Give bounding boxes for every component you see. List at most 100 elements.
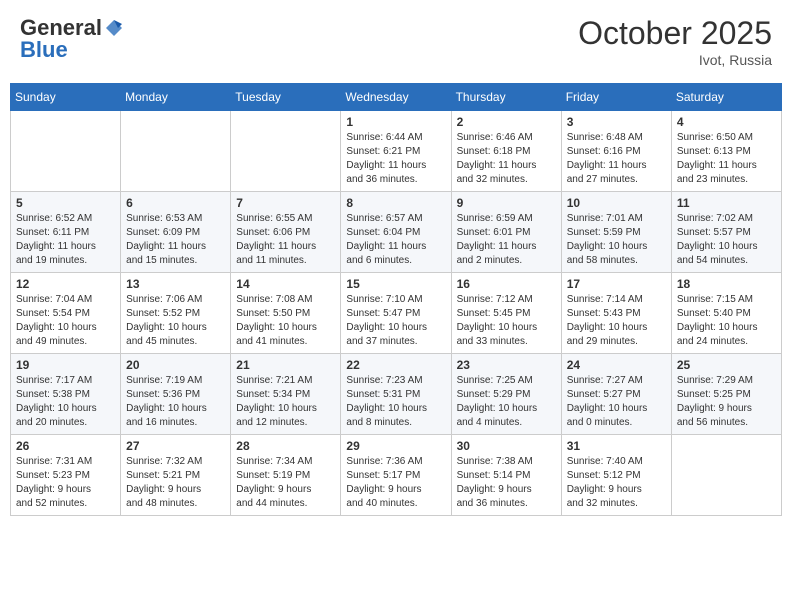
calendar-cell: 6 Sunrise: 6:53 AM Sunset: 6:09 PM Daylig… xyxy=(121,192,231,273)
calendar-cell xyxy=(231,111,341,192)
day-number: 14 xyxy=(236,277,335,291)
calendar-week-row: 26 Sunrise: 7:31 AM Sunset: 5:23 PM Dayli… xyxy=(11,435,782,516)
day-number: 6 xyxy=(126,196,225,210)
calendar-cell: 21 Sunrise: 7:21 AM Sunset: 5:34 PM Dayli… xyxy=(231,354,341,435)
day-number: 2 xyxy=(457,115,556,129)
logo: General Blue xyxy=(20,15,124,63)
calendar-cell: 27 Sunrise: 7:32 AM Sunset: 5:21 PM Dayli… xyxy=(121,435,231,516)
calendar-cell: 17 Sunrise: 7:14 AM Sunset: 5:43 PM Dayli… xyxy=(561,273,671,354)
day-number: 8 xyxy=(346,196,445,210)
calendar-cell: 15 Sunrise: 7:10 AM Sunset: 5:47 PM Dayli… xyxy=(341,273,451,354)
day-info: Sunrise: 7:40 AM Sunset: 5:12 PM Dayligh… xyxy=(567,455,666,511)
calendar-header-thursday: Thursday xyxy=(451,84,561,111)
logo-icon xyxy=(104,18,124,38)
day-info: Sunrise: 6:53 AM Sunset: 6:09 PM Dayligh… xyxy=(126,212,225,268)
calendar-cell: 10 Sunrise: 7:01 AM Sunset: 5:59 PM Dayli… xyxy=(561,192,671,273)
day-info: Sunrise: 7:21 AM Sunset: 5:34 PM Dayligh… xyxy=(236,374,335,430)
day-info: Sunrise: 7:23 AM Sunset: 5:31 PM Dayligh… xyxy=(346,374,445,430)
day-number: 16 xyxy=(457,277,556,291)
day-info: Sunrise: 6:50 AM Sunset: 6:13 PM Dayligh… xyxy=(677,131,776,187)
day-info: Sunrise: 7:29 AM Sunset: 5:25 PM Dayligh… xyxy=(677,374,776,430)
day-number: 27 xyxy=(126,439,225,453)
day-info: Sunrise: 6:55 AM Sunset: 6:06 PM Dayligh… xyxy=(236,212,335,268)
day-number: 13 xyxy=(126,277,225,291)
calendar-cell: 14 Sunrise: 7:08 AM Sunset: 5:50 PM Dayli… xyxy=(231,273,341,354)
title-block: October 2025 Ivot, Russia xyxy=(578,15,772,68)
calendar-cell: 16 Sunrise: 7:12 AM Sunset: 5:45 PM Dayli… xyxy=(451,273,561,354)
calendar-cell: 12 Sunrise: 7:04 AM Sunset: 5:54 PM Dayli… xyxy=(11,273,121,354)
day-number: 28 xyxy=(236,439,335,453)
calendar-cell: 29Sunrise: 7:36 AM Sunset: 5:17 PM Dayli… xyxy=(341,435,451,516)
calendar-header-row: SundayMondayTuesdayWednesdayThursdayFrid… xyxy=(11,84,782,111)
day-number: 24 xyxy=(567,358,666,372)
day-info: Sunrise: 6:46 AM Sunset: 6:18 PM Dayligh… xyxy=(457,131,556,187)
calendar-cell: 30 Sunrise: 7:38 AM Sunset: 5:14 PM Dayli… xyxy=(451,435,561,516)
calendar-cell: 2 Sunrise: 6:46 AM Sunset: 6:18 PM Daylig… xyxy=(451,111,561,192)
day-info: Sunrise: 7:32 AM Sunset: 5:21 PM Dayligh… xyxy=(126,455,225,511)
day-number: 4 xyxy=(677,115,776,129)
calendar-cell: 18 Sunrise: 7:15 AM Sunset: 5:40 PM Dayli… xyxy=(671,273,781,354)
day-number: 30 xyxy=(457,439,556,453)
day-number: 23 xyxy=(457,358,556,372)
day-info: Sunrise: 7:12 AM Sunset: 5:45 PM Dayligh… xyxy=(457,293,556,349)
day-info: Sunrise: 7:38 AM Sunset: 5:14 PM Dayligh… xyxy=(457,455,556,511)
calendar-cell: 7 Sunrise: 6:55 AM Sunset: 6:06 PM Daylig… xyxy=(231,192,341,273)
day-info: Sunrise: 7:15 AM Sunset: 5:40 PM Dayligh… xyxy=(677,293,776,349)
calendar-week-row: 5 Sunrise: 6:52 AM Sunset: 6:11 PM Daylig… xyxy=(11,192,782,273)
calendar-cell: 4 Sunrise: 6:50 AM Sunset: 6:13 PM Daylig… xyxy=(671,111,781,192)
calendar-cell xyxy=(671,435,781,516)
day-info: Sunrise: 7:34 AM Sunset: 5:19 PM Dayligh… xyxy=(236,455,335,511)
day-number: 15 xyxy=(346,277,445,291)
day-info: Sunrise: 7:25 AM Sunset: 5:29 PM Dayligh… xyxy=(457,374,556,430)
calendar-header-wednesday: Wednesday xyxy=(341,84,451,111)
calendar-header-sunday: Sunday xyxy=(11,84,121,111)
day-number: 20 xyxy=(126,358,225,372)
calendar-cell: 19 Sunrise: 7:17 AM Sunset: 5:38 PM Dayli… xyxy=(11,354,121,435)
day-info: Sunrise: 7:04 AM Sunset: 5:54 PM Dayligh… xyxy=(16,293,115,349)
day-number: 22 xyxy=(346,358,445,372)
calendar-cell: 25 Sunrise: 7:29 AM Sunset: 5:25 PM Dayli… xyxy=(671,354,781,435)
calendar-cell: 5 Sunrise: 6:52 AM Sunset: 6:11 PM Daylig… xyxy=(11,192,121,273)
day-info: Sunrise: 7:10 AM Sunset: 5:47 PM Dayligh… xyxy=(346,293,445,349)
calendar-week-row: 12 Sunrise: 7:04 AM Sunset: 5:54 PM Dayli… xyxy=(11,273,782,354)
day-number: 7 xyxy=(236,196,335,210)
day-number: 12 xyxy=(16,277,115,291)
day-number: 31 xyxy=(567,439,666,453)
calendar-cell: 11 Sunrise: 7:02 AM Sunset: 5:57 PM Dayli… xyxy=(671,192,781,273)
day-info: Sunrise: 7:17 AM Sunset: 5:38 PM Dayligh… xyxy=(16,374,115,430)
calendar-cell xyxy=(11,111,121,192)
day-number: 25 xyxy=(677,358,776,372)
calendar-cell xyxy=(121,111,231,192)
day-info: Sunrise: 7:01 AM Sunset: 5:59 PM Dayligh… xyxy=(567,212,666,268)
day-number: 11 xyxy=(677,196,776,210)
day-info: Sunrise: 6:57 AM Sunset: 6:04 PM Dayligh… xyxy=(346,212,445,268)
calendar-week-row: 19 Sunrise: 7:17 AM Sunset: 5:38 PM Dayli… xyxy=(11,354,782,435)
day-number: 21 xyxy=(236,358,335,372)
calendar-header-friday: Friday xyxy=(561,84,671,111)
day-info: Sunrise: 7:02 AM Sunset: 5:57 PM Dayligh… xyxy=(677,212,776,268)
day-number: 10 xyxy=(567,196,666,210)
day-number: 18 xyxy=(677,277,776,291)
day-info: Sunrise: 7:31 AM Sunset: 5:23 PM Dayligh… xyxy=(16,455,115,511)
page-header: General Blue October 2025 Ivot, Russia xyxy=(10,10,782,73)
calendar-table: SundayMondayTuesdayWednesdayThursdayFrid… xyxy=(10,83,782,516)
day-info: Sunrise: 7:08 AM Sunset: 5:50 PM Dayligh… xyxy=(236,293,335,349)
day-info: Sunrise: 7:14 AM Sunset: 5:43 PM Dayligh… xyxy=(567,293,666,349)
calendar-cell: 1Sunrise: 6:44 AM Sunset: 6:21 PM Daylig… xyxy=(341,111,451,192)
day-number: 26 xyxy=(16,439,115,453)
day-number: 19 xyxy=(16,358,115,372)
day-info: Sunrise: 7:27 AM Sunset: 5:27 PM Dayligh… xyxy=(567,374,666,430)
day-info: Sunrise: 6:52 AM Sunset: 6:11 PM Dayligh… xyxy=(16,212,115,268)
day-info: Sunrise: 7:36 AM Sunset: 5:17 PM Dayligh… xyxy=(346,455,445,511)
calendar-cell: 3Sunrise: 6:48 AM Sunset: 6:16 PM Daylig… xyxy=(561,111,671,192)
day-number: 3 xyxy=(567,115,666,129)
calendar-cell: 26 Sunrise: 7:31 AM Sunset: 5:23 PM Dayli… xyxy=(11,435,121,516)
day-number: 9 xyxy=(457,196,556,210)
month-title: October 2025 xyxy=(578,15,772,52)
day-number: 5 xyxy=(16,196,115,210)
calendar-cell: 20Sunrise: 7:19 AM Sunset: 5:36 PM Dayli… xyxy=(121,354,231,435)
day-info: Sunrise: 7:06 AM Sunset: 5:52 PM Dayligh… xyxy=(126,293,225,349)
calendar-cell: 28 Sunrise: 7:34 AM Sunset: 5:19 PM Dayli… xyxy=(231,435,341,516)
calendar-cell: 23 Sunrise: 7:25 AM Sunset: 5:29 PM Dayli… xyxy=(451,354,561,435)
day-number: 17 xyxy=(567,277,666,291)
